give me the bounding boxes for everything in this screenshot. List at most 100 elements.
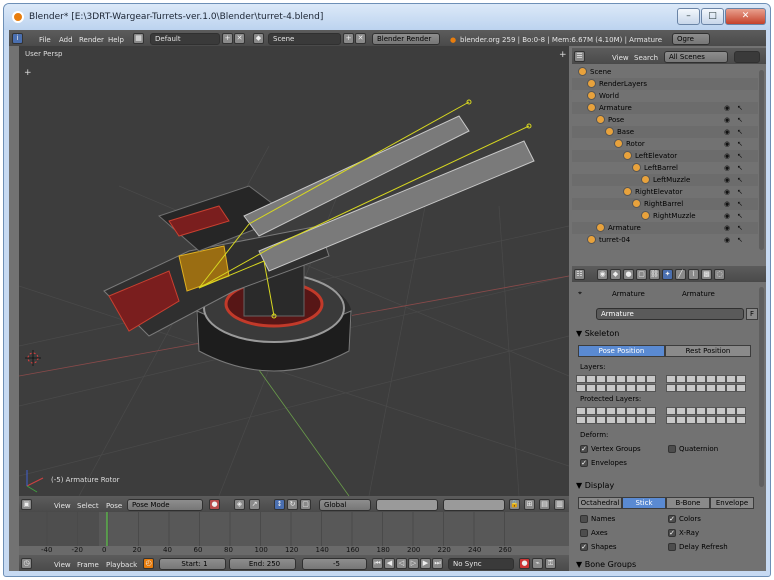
constraints-tab-icon[interactable]: ⛓ [649, 269, 660, 280]
layer-button[interactable] [716, 384, 726, 392]
visibility-eye-icon[interactable]: ◉ [724, 224, 730, 232]
remove-scene-icon[interactable]: ✕ [355, 33, 366, 44]
sync-select[interactable]: No Sync [448, 558, 514, 570]
timeline[interactable]: -40 -20 0 20 40 60 80 100 120 140 160 180 200 220 240 2… [19, 512, 569, 571]
layer-button[interactable] [676, 384, 686, 392]
visibility-eye-icon[interactable]: ◉ [724, 140, 730, 148]
outliner-row[interactable]: Rotor ◉ ↖ [572, 138, 758, 150]
x-ray-checkbox[interactable]: ✓ X-Ray [668, 529, 699, 537]
scene-field[interactable]: Scene [268, 33, 341, 45]
scene-icon[interactable]: ◆ [253, 33, 264, 44]
menu-search[interactable]: Search [634, 54, 658, 62]
layer-button[interactable] [576, 375, 586, 383]
layer-button[interactable] [606, 384, 616, 392]
visibility-eye-icon[interactable]: ◉ [724, 164, 730, 172]
layer-button[interactable] [576, 407, 586, 415]
selectable-arrow-icon[interactable]: ↖ [737, 104, 743, 112]
scene-tab-icon[interactable]: ◆ [610, 269, 621, 280]
selectable-arrow-icon[interactable]: ↖ [737, 128, 743, 136]
layer-button[interactable] [646, 375, 656, 383]
outliner-row[interactable]: RightMuzzle ◉ ↖ [572, 210, 758, 222]
layer-button[interactable] [586, 384, 596, 392]
layer-button[interactable] [626, 416, 636, 424]
shapes-checkbox[interactable]: ✓ Shapes [580, 543, 617, 551]
layer-button[interactable] [636, 407, 646, 415]
menu-help[interactable]: Help [108, 36, 124, 44]
layer-button[interactable] [666, 407, 676, 415]
prev-key-icon[interactable]: ◀ [384, 558, 395, 569]
selectable-arrow-icon[interactable]: ↖ [737, 188, 743, 196]
outliner-row[interactable]: Armature ◉ ↖ [572, 102, 758, 114]
3d-viewport[interactable]: User Persp + + (-5) Armature Rotor [19, 46, 569, 496]
envelopes-checkbox[interactable]: ✓ Envelopes [580, 459, 627, 467]
outliner-scrollbar[interactable] [759, 70, 764, 250]
selectable-arrow-icon[interactable]: ↖ [737, 116, 743, 124]
layer-button[interactable] [596, 407, 606, 415]
add-scene-icon[interactable]: + [343, 33, 354, 44]
keying-set-icon[interactable]: ⌁ [532, 558, 543, 569]
outliner-row[interactable]: turret-04 ◉ ↖ [572, 234, 758, 246]
layer-button[interactable] [626, 375, 636, 383]
display-panel-header[interactable]: ▼ Display [576, 481, 758, 490]
visibility-eye-icon[interactable]: ◉ [724, 188, 730, 196]
layer-button[interactable] [646, 407, 656, 415]
axes-checkbox[interactable]: Axes [580, 529, 608, 537]
layer-button[interactable] [716, 407, 726, 415]
layer-button[interactable] [726, 375, 736, 383]
jump-end-icon[interactable]: ⏭ [432, 558, 443, 569]
b-bone-button[interactable]: B-Bone [666, 497, 710, 509]
layer-button[interactable] [736, 407, 746, 415]
add-screen-icon[interactable]: + [222, 33, 233, 44]
properties-scrollbar[interactable] [759, 287, 764, 487]
viewport-shading-icon[interactable]: ● [209, 499, 220, 510]
layer-button[interactable] [616, 384, 626, 392]
visibility-eye-icon[interactable]: ◉ [724, 212, 730, 220]
layer-button[interactable] [736, 416, 746, 424]
layer-button[interactable] [596, 375, 606, 383]
selectable-arrow-icon[interactable]: ↖ [737, 176, 743, 184]
screen-layout-icon[interactable]: ▦ [133, 33, 144, 44]
layers-row-2[interactable] [443, 499, 505, 511]
menu-view[interactable]: View [54, 502, 71, 510]
layer-button[interactable] [686, 384, 696, 392]
layer-button[interactable] [586, 416, 596, 424]
outliner-row[interactable]: Pose ◉ ↖ [572, 114, 758, 126]
outliner-row[interactable]: LeftElevator ◉ ↖ [572, 150, 758, 162]
menu-select[interactable]: Select [77, 502, 99, 510]
outliner-row[interactable]: World [572, 90, 758, 102]
jump-start-icon[interactable]: ⏮ [372, 558, 383, 569]
layer-button[interactable] [606, 416, 616, 424]
menu-view[interactable]: View [54, 561, 71, 569]
pose-position-button[interactable]: Pose Position [578, 345, 665, 357]
world-tab-icon[interactable]: ● [623, 269, 634, 280]
layer-button[interactable] [716, 375, 726, 383]
snap-icon[interactable]: ⊞ [524, 499, 535, 510]
skeleton-panel-header[interactable]: ▼ Skeleton [576, 329, 758, 338]
layer-button[interactable] [626, 384, 636, 392]
layer-button[interactable] [736, 384, 746, 392]
scale-icon[interactable]: ▢ [300, 499, 311, 510]
play-icon[interactable]: ▷ [408, 558, 419, 569]
maximize-button[interactable]: □ [701, 8, 724, 25]
names-checkbox[interactable]: Names [580, 515, 615, 523]
remove-screen-icon[interactable]: ✕ [234, 33, 245, 44]
outliner-tree[interactable]: Scene RenderLayers World Armature ◉ ↖ Pose ◉ ↖ Ba… [572, 64, 766, 264]
layer-button[interactable] [586, 407, 596, 415]
armature-name-field[interactable]: Armature [596, 308, 744, 320]
selectable-arrow-icon[interactable]: ↖ [737, 236, 743, 244]
layer-button[interactable] [576, 384, 586, 392]
menu-playback[interactable]: Playback [106, 561, 137, 569]
visibility-eye-icon[interactable]: ◉ [724, 200, 730, 208]
layer-button[interactable] [696, 384, 706, 392]
editor-type-icon[interactable]: ☰ [574, 51, 585, 62]
bone-tab-icon[interactable]: ╱ [675, 269, 686, 280]
rest-position-button[interactable]: Rest Position [665, 345, 751, 357]
layer-button[interactable] [696, 416, 706, 424]
texture-tab-icon[interactable]: ▩ [701, 269, 712, 280]
bone-layers-grid[interactable] [576, 375, 756, 393]
visibility-eye-icon[interactable]: ◉ [724, 116, 730, 124]
layer-button[interactable] [686, 407, 696, 415]
layer-button[interactable] [726, 384, 736, 392]
layer-button[interactable] [736, 375, 746, 383]
layer-button[interactable] [706, 384, 716, 392]
